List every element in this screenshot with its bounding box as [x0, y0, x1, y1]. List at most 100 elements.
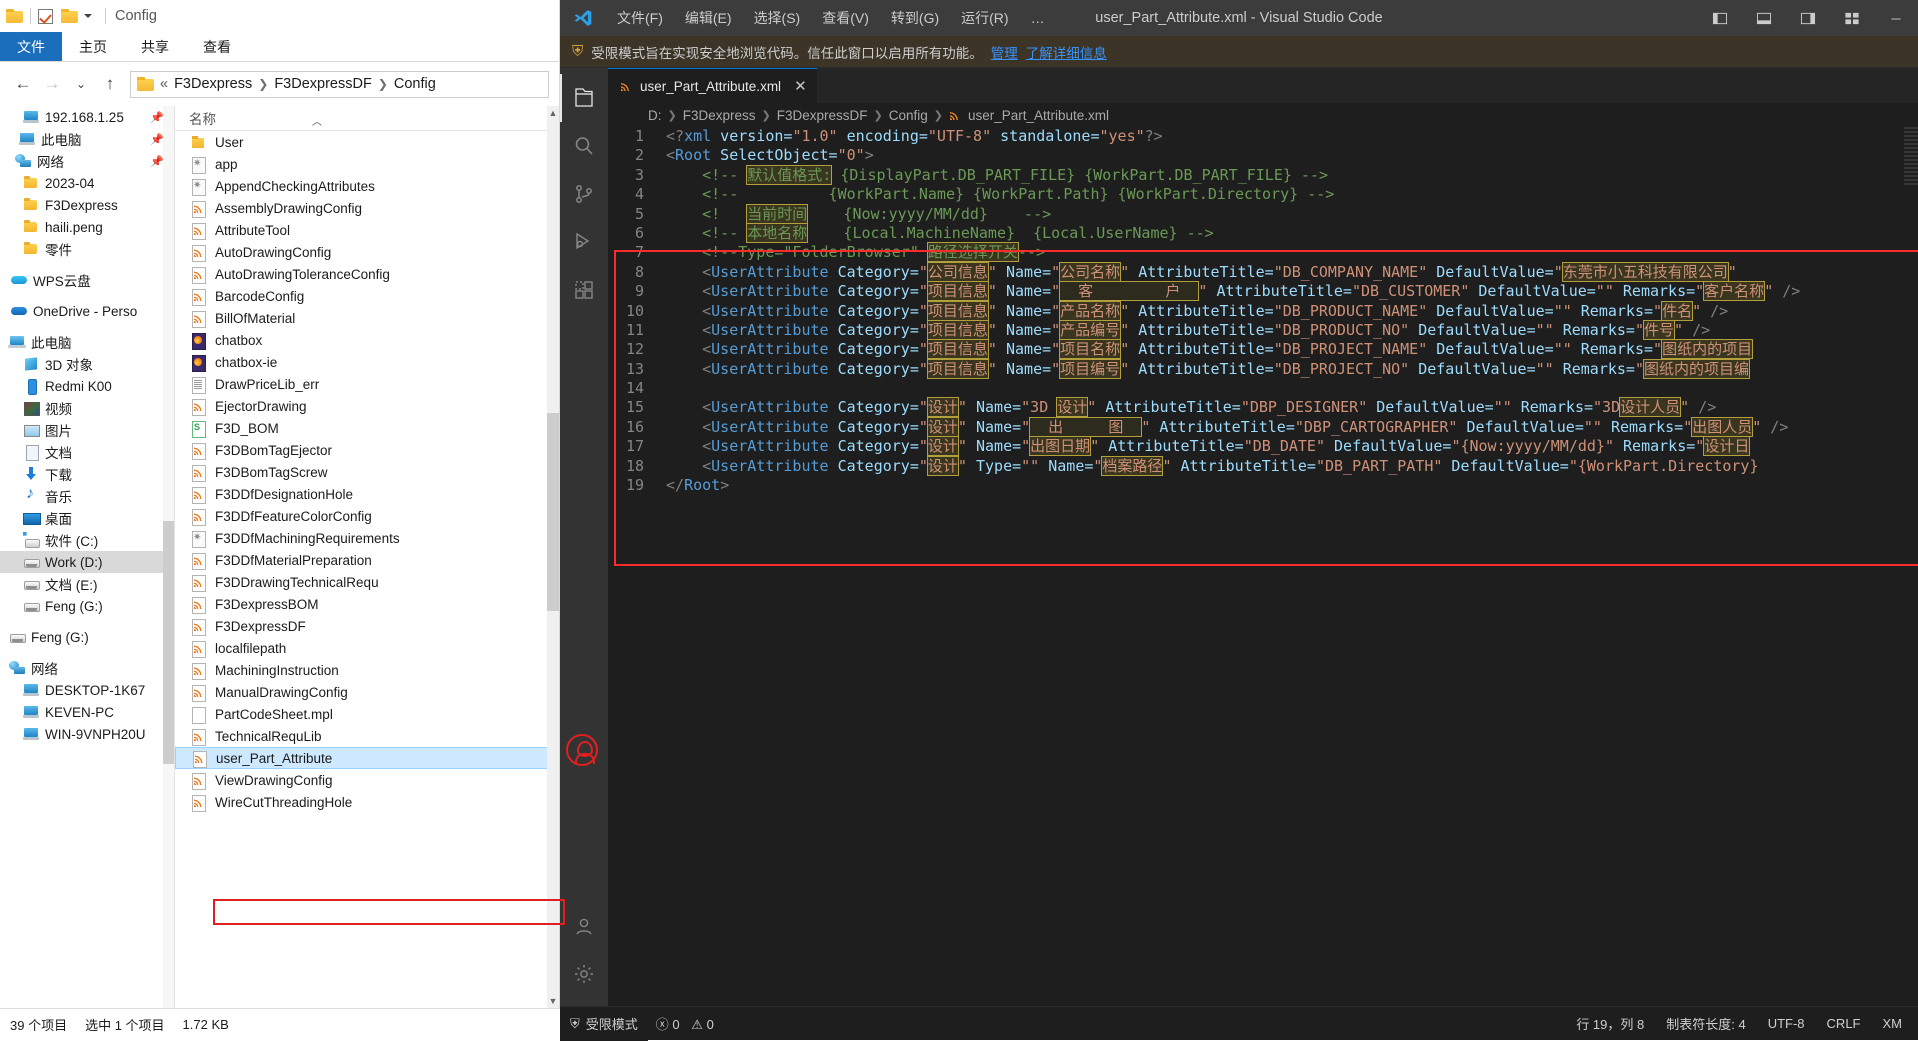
code-line[interactable]: 17 <UserAttribute Category="设计" Name="出图…	[608, 436, 1918, 457]
customize-layout-icon[interactable]	[1830, 0, 1874, 36]
navigation-pane[interactable]: 192.168.1.25 📌 此电脑 📌 网络 📌 2023-04 F3Dexpress hai…	[0, 106, 175, 1008]
banner-learn-more-link[interactable]: 了解详细信息	[1026, 42, 1107, 62]
code-line[interactable]: 7 <!--Type="FolderBrowser" 路径选择开关-->	[608, 242, 1918, 263]
code-line[interactable]: 16 <UserAttribute Category="设计" Name=" 出 …	[608, 416, 1918, 437]
menu-run[interactable]: 运行(R)	[950, 0, 1019, 36]
file-row[interactable]: EjectorDrawing	[175, 395, 559, 417]
file-row[interactable]: chatbox-ie	[175, 351, 559, 373]
file-row[interactable]: F3DBomTagEjector	[175, 439, 559, 461]
file-row[interactable]: F3DDfFeatureColorConfig	[175, 505, 559, 527]
menu-file[interactable]: 文件(F)	[606, 0, 674, 36]
file-list[interactable]: User app AppendCheckingAttributes AssemblyD…	[175, 131, 559, 813]
file-row[interactable]: F3D_BOM	[175, 417, 559, 439]
nav-item-6[interactable]: 零件	[0, 238, 174, 260]
status-line-col[interactable]: 行 19，列 8	[1576, 1014, 1644, 1033]
chevron-right-icon[interactable]: ❯	[378, 77, 388, 91]
back-button[interactable]: ←	[10, 71, 36, 97]
code-line[interactable]: 9 <UserAttribute Category="项目信息" Name=" 客…	[608, 281, 1918, 302]
chevron-right-icon[interactable]: ❯	[258, 77, 268, 91]
address-input[interactable]: « F3Dexpress ❯ F3DexpressDF ❯ Config	[130, 70, 549, 98]
nav-item-5[interactable]: haili.peng	[0, 216, 174, 238]
menu-more[interactable]: …	[1020, 0, 1056, 36]
file-row[interactable]: AttributeTool	[175, 219, 559, 241]
code-line[interactable]: 10 <UserAttribute Category="项目信息" Name="…	[608, 300, 1918, 321]
code-line[interactable]: 8 <UserAttribute Category="公司信息" Name="公…	[608, 261, 1918, 282]
breadcrumb-f3dexpress[interactable]: F3Dexpress	[174, 76, 252, 92]
file-row[interactable]: WireCutThreadingHole	[175, 791, 559, 813]
nav-item-23[interactable]: 网络	[0, 657, 174, 679]
code-line[interactable]: 12 <UserAttribute Category="项目信息" Name="…	[608, 339, 1918, 360]
file-row[interactable]: AppendCheckingAttributes	[175, 175, 559, 197]
nav-scrollbar-thumb[interactable]	[163, 520, 174, 765]
file-row[interactable]: BillOfMaterial	[175, 307, 559, 329]
status-eol[interactable]: CRLF	[1827, 1016, 1861, 1031]
list-scrollbar[interactable]: ▲ ▼	[547, 106, 559, 1008]
column-header-name[interactable]: 名称 ︿	[175, 106, 559, 131]
banner-manage-link[interactable]: 管理	[991, 42, 1018, 62]
nav-item-19[interactable]: Work (D:)	[0, 551, 174, 573]
recent-locations-button[interactable]: ⌄	[68, 71, 94, 97]
file-row[interactable]: F3DDfDesignationHole	[175, 483, 559, 505]
file-row[interactable]: ViewDrawingConfig	[175, 769, 559, 791]
file-row[interactable]: chatbox	[175, 329, 559, 351]
file-row[interactable]: PartCodeSheet.mpl	[175, 703, 559, 725]
file-row[interactable]: F3DBomTagScrew	[175, 461, 559, 483]
nav-item-10[interactable]: 3D 对象	[0, 353, 174, 375]
editor-tab-user-part-attribute[interactable]: user_Part_Attribute.xml ✕	[608, 68, 818, 103]
new-folder-icon[interactable]	[61, 9, 78, 23]
status-restricted-mode[interactable]: ⛨ 受限模式	[560, 1006, 648, 1041]
file-row[interactable]: AssemblyDrawingConfig	[175, 197, 559, 219]
toggle-secondary-sidebar-icon[interactable]	[1786, 0, 1830, 36]
code-editor-content[interactable]: 1 <?xml version="1.0" encoding="UTF-8" st…	[608, 127, 1918, 1006]
code-line[interactable]: 4 <!-- {WorkPart.Name} {WorkPart.Path} {…	[608, 185, 1918, 204]
close-icon[interactable]: ✕	[794, 77, 807, 95]
file-row[interactable]: F3DDfMachiningRequirements	[175, 527, 559, 549]
ribbon-tab-share[interactable]: 共享	[124, 32, 186, 61]
nav-item-14[interactable]: 文档	[0, 441, 174, 463]
up-button[interactable]: ↑	[97, 71, 123, 97]
breadcrumb-f3dexpressdf[interactable]: F3DexpressDF	[777, 108, 868, 123]
file-row[interactable]: TechnicalRequLib	[175, 725, 559, 747]
file-row[interactable]: F3DDrawingTechnicalRequ	[175, 571, 559, 593]
file-row[interactable]: F3DexpressDF	[175, 615, 559, 637]
file-row[interactable]: AutoDrawingConfig	[175, 241, 559, 263]
menu-go[interactable]: 转到(G)	[880, 0, 950, 36]
ribbon-tab-file[interactable]: 文件	[0, 32, 62, 61]
status-encoding[interactable]: UTF-8	[1768, 1016, 1805, 1031]
file-row[interactable]: F3DDfMaterialPreparation	[175, 549, 559, 571]
nav-item-13[interactable]: 图片	[0, 419, 174, 441]
status-language-mode[interactable]: XM	[1883, 1016, 1903, 1031]
ribbon-tab-view[interactable]: 查看	[186, 32, 248, 61]
nav-item-8[interactable]: OneDrive - Perso	[0, 300, 174, 322]
nav-item-4[interactable]: F3Dexpress	[0, 194, 174, 216]
nav-item-22[interactable]: Feng (G:)	[0, 626, 174, 648]
nav-item-0[interactable]: 192.168.1.25 📌	[0, 106, 174, 128]
file-row[interactable]: BarcodeConfig	[175, 285, 559, 307]
list-scrollbar-thumb[interactable]	[547, 412, 559, 612]
status-problems[interactable]: ⓧ 0 ⚠ 0	[656, 1014, 714, 1033]
nav-item-2[interactable]: 网络 📌	[0, 150, 174, 172]
status-tab-size[interactable]: 制表符长度: 4	[1666, 1014, 1745, 1033]
nav-item-12[interactable]: 视频	[0, 397, 174, 419]
nav-item-11[interactable]: Redmi K00	[0, 375, 174, 397]
nav-item-9[interactable]: 此电脑	[0, 331, 174, 353]
code-line[interactable]: 14	[608, 379, 1918, 398]
code-line[interactable]: 3 <!-- 默认值格式: {DisplayPart.DB_PART_FILE}…	[608, 164, 1918, 185]
file-list-pane[interactable]: 名称 ︿ User app AppendCheckingAttributes Asse…	[175, 106, 559, 1008]
nav-item-24[interactable]: DESKTOP-1K67	[0, 679, 174, 701]
breadcrumb-filename[interactable]: user_Part_Attribute.xml	[968, 108, 1109, 123]
nav-scrollbar[interactable]	[163, 106, 174, 1008]
nav-item-16[interactable]: 音乐	[0, 485, 174, 507]
activity-settings-gear-icon[interactable]	[560, 950, 608, 998]
code-line[interactable]: 2 <Root SelectObject="0">	[608, 146, 1918, 165]
breadcrumb-drive[interactable]: D:	[648, 108, 662, 123]
activity-account-icon[interactable]	[560, 902, 608, 950]
menu-selection[interactable]: 选择(S)	[743, 0, 812, 36]
code-line[interactable]: 1 <?xml version="1.0" encoding="UTF-8" st…	[608, 127, 1918, 146]
scroll-up-button[interactable]: ▲	[547, 106, 559, 120]
vscode-menubar[interactable]: 文件(F) 编辑(E) 选择(S) 查看(V) 转到(G) 运行(R) …	[606, 0, 1056, 36]
code-line[interactable]: 11 <UserAttribute Category="项目信息" Name="…	[608, 319, 1918, 340]
nav-item-1[interactable]: 此电脑 📌	[0, 128, 174, 150]
minimize-button[interactable]: ─	[1874, 0, 1918, 36]
file-row[interactable]: AutoDrawingToleranceConfig	[175, 263, 559, 285]
